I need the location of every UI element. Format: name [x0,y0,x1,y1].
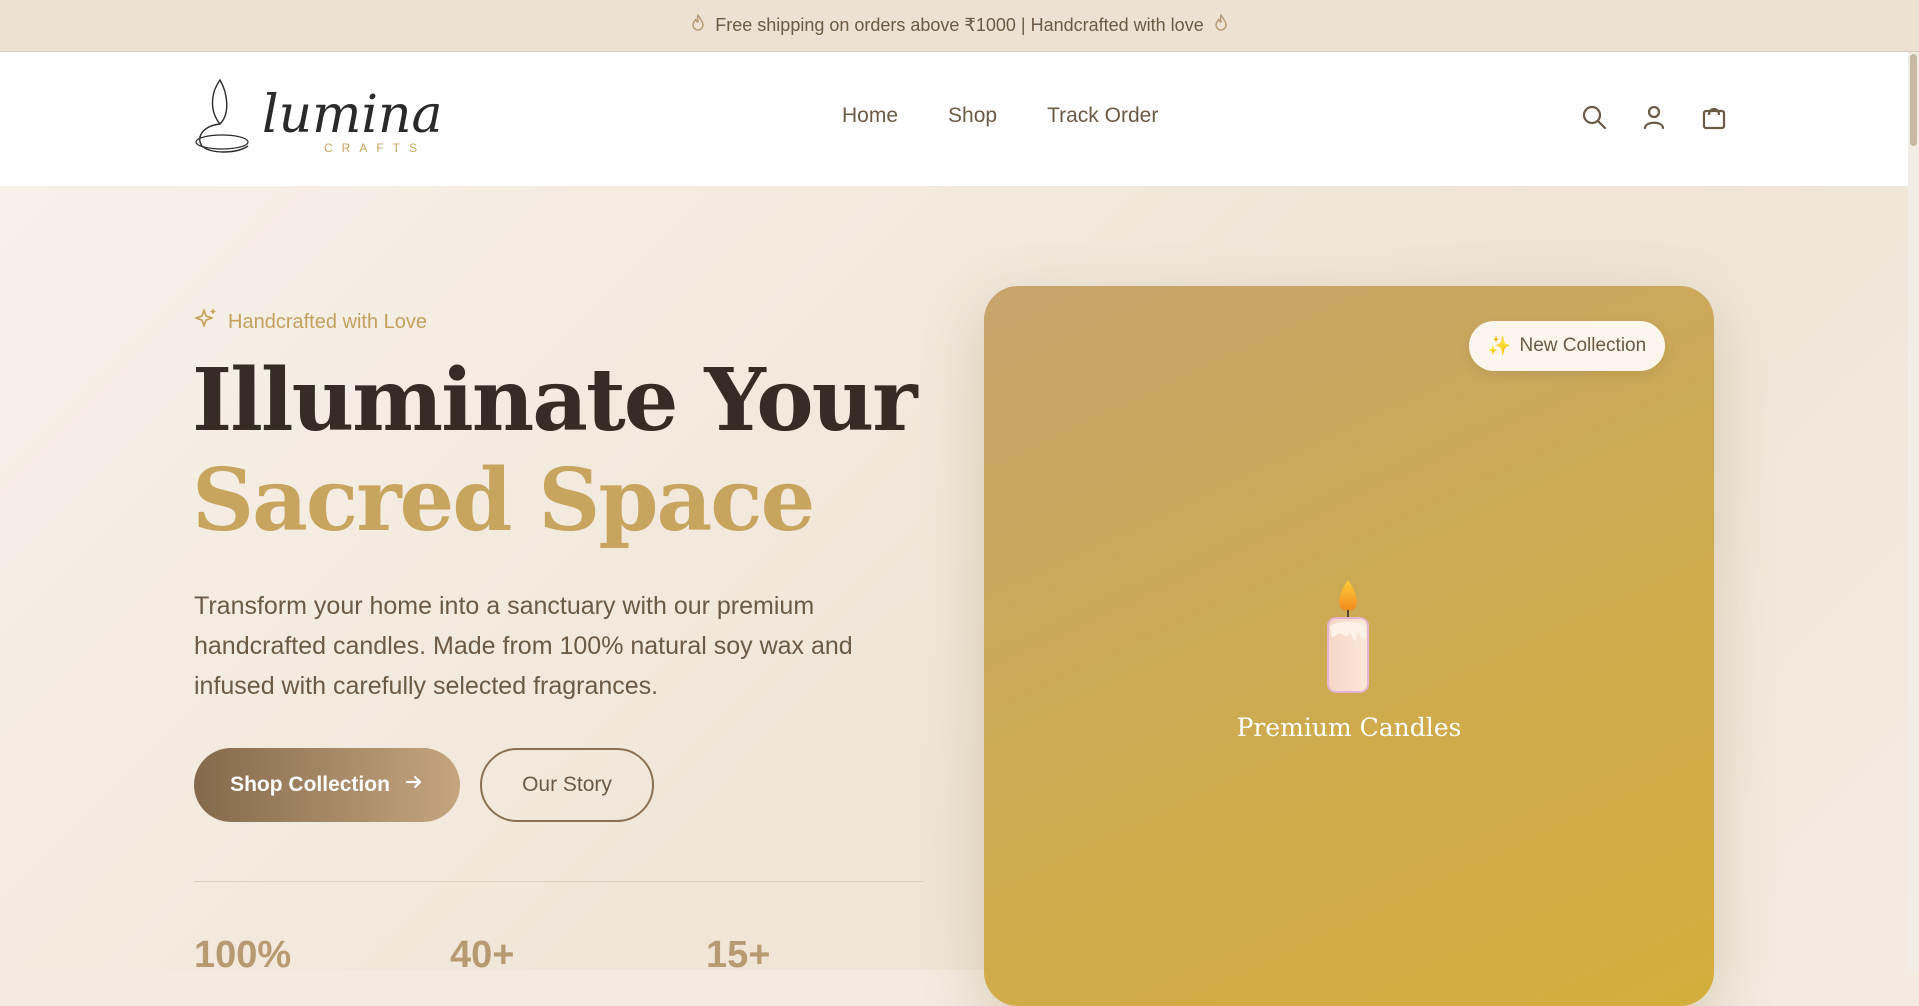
hero-description: Transform your home into a sanctuary wit… [194,592,853,700]
nav-shop[interactable]: Shop [948,104,997,128]
main-nav: Home Shop Track Order [842,104,1158,128]
hero-section: Handcrafted with Love Illuminate Your Sa… [0,186,1908,1006]
nav-home[interactable]: Home [842,104,898,128]
divider [194,881,924,882]
candle-icon [1318,576,1378,696]
new-collection-badge: ✨ New Collection [1469,321,1665,371]
logo-subtitle: CRAFTS [324,141,426,155]
announcement-text: Free shipping on orders above ₹1000 | Ha… [715,15,1204,35]
hero-tag-text: Handcrafted with Love [228,310,428,333]
flame-icon [691,13,705,37]
stat-value: 15+ [706,934,771,976]
sparkle-icon [194,307,218,337]
user-icon[interactable] [1640,103,1668,131]
arrow-right-icon [404,772,424,798]
hero-title: Illuminate Your Sacred Space [192,350,918,551]
hero-tag: Handcrafted with Love [194,307,427,337]
our-story-button[interactable]: Our Story [480,748,654,822]
announcement-bar: Free shipping on orders above ₹1000 | Ha… [0,0,1919,52]
flame-icon [1214,13,1228,37]
header-icons [1580,103,1728,131]
stats-row: 100% 40+ 15+ [194,934,962,977]
nav-track-order[interactable]: Track Order [1047,104,1158,128]
logo[interactable]: lumina CRAFTS [192,72,443,172]
stat-value: 100% [194,934,292,976]
site-header: lumina CRAFTS Home Shop Track Order [0,52,1908,186]
stat-value: 40+ [450,934,515,976]
cart-icon[interactable] [1700,103,1728,131]
hero-title-line2: Sacred Space [192,450,815,551]
search-icon[interactable] [1580,103,1608,131]
scrollbar-thumb[interactable] [1910,54,1917,146]
shop-collection-label: Shop Collection [230,773,390,796]
sparkles-icon: ✨ [1487,336,1512,357]
hero-title-line1: Illuminate Your [192,350,918,451]
badge-text: New Collection [1519,335,1647,356]
logo-wordmark: lumina [262,85,442,145]
featured-card: ✨ New Collection Premium Candles [984,286,1714,1006]
scrollbar[interactable] [1908,52,1919,970]
shop-collection-button[interactable]: Shop Collection [194,748,460,822]
card-label: Premium Candles [1236,713,1462,742]
